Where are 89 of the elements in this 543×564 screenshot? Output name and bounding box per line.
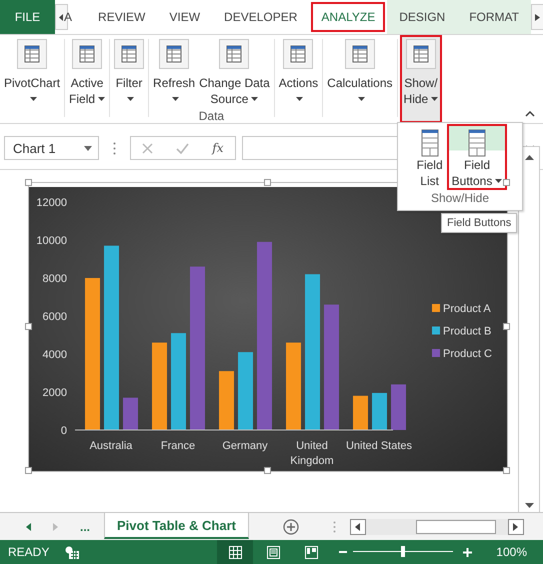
triangle-right-icon[interactable]: [535, 14, 540, 20]
axis-tick-label: 2000: [42, 387, 67, 399]
resize-handle[interactable]: [503, 323, 510, 330]
macro-recording-icon[interactable]: [65, 546, 80, 558]
more-sheets-button[interactable]: ...: [80, 520, 90, 534]
ribbon-tab[interactable]: A: [64, 0, 86, 34]
collapse-ribbon-icon[interactable]: [525, 111, 535, 117]
resize-handle[interactable]: [264, 467, 271, 474]
legend-label: Product B: [443, 326, 492, 338]
ribbon-tab[interactable]: VIEW: [157, 0, 212, 34]
resize-handle[interactable]: [25, 323, 32, 330]
zoom-out-button[interactable]: [339, 548, 348, 556]
checkmark-icon[interactable]: [176, 142, 190, 154]
caret-icon[interactable]: [98, 97, 106, 101]
drag-handle-icon[interactable]: [113, 142, 116, 154]
add-sheet-icon[interactable]: [282, 518, 299, 534]
group-label: Show/Hide: [430, 191, 490, 205]
caret-icon[interactable]: [495, 179, 502, 183]
zoom-in-button[interactable]: [463, 548, 472, 556]
ribbon-button[interactable]: Change Data Source: [197, 35, 272, 109]
scroll-right-button[interactable]: [531, 4, 543, 30]
ribbon-button[interactable]: Active Field: [67, 35, 108, 123]
axis-tick-label: 12000: [36, 197, 67, 209]
ribbon-button[interactable]: Refresh: [151, 35, 198, 109]
resize-handle[interactable]: [503, 467, 510, 474]
axis-tick-label: 10000: [36, 235, 67, 247]
triangle-down-icon[interactable]: [524, 503, 534, 508]
table-icon[interactable]: [17, 39, 48, 69]
resize-handle[interactable]: [25, 467, 32, 474]
triangle-left-icon[interactable]: [59, 14, 64, 20]
vertical-scrollbar[interactable]: [518, 146, 540, 512]
resize-handle[interactable]: [25, 179, 32, 186]
caret-icon[interactable]: [431, 97, 438, 101]
ribbon-button[interactable]: Calculations: [325, 35, 395, 123]
insert-function-button[interactable]: fx: [212, 141, 224, 155]
file-tab[interactable]: FILE: [0, 0, 56, 34]
ribbon-tab[interactable]: FORMAT: [457, 0, 531, 34]
legend-label: Product C: [443, 348, 492, 360]
tooltip: Field Buttons: [441, 213, 518, 233]
category-label: France: [160, 440, 196, 452]
table-icon[interactable]: [406, 39, 436, 69]
table-icon[interactable]: [159, 39, 190, 69]
ribbon-button[interactable]: Filter: [112, 35, 146, 123]
ribbon-tab[interactable]: REVIEW: [86, 0, 158, 34]
caret-icon[interactable]: [84, 146, 92, 150]
category-label: Australia: [90, 440, 132, 452]
caret-icon[interactable]: [127, 97, 134, 101]
ribbon-tab[interactable]: ANALYZE: [309, 0, 388, 34]
view-button[interactable]: [217, 540, 254, 564]
horizontal-scrollbar[interactable]: [350, 518, 524, 536]
caret-icon[interactable]: [251, 97, 258, 101]
ribbon-tab[interactable]: DEVELOPER: [212, 0, 310, 34]
category-label: Germany: [222, 440, 268, 452]
name-box[interactable]: Chart 1: [4, 136, 99, 160]
sheet-tab[interactable]: Pivot Table & Chart: [104, 513, 249, 539]
ribbon-button[interactable]: PivotChart: [2, 35, 62, 123]
group-label: Data: [198, 109, 224, 125]
zoom-level: 100%: [496, 545, 527, 559]
grid-icon[interactable]: [228, 546, 242, 558]
category-label: United States: [346, 440, 412, 452]
table-icon[interactable]: [114, 39, 144, 69]
ribbon-button[interactable]: Show/ Hide: [400, 35, 442, 123]
caret-icon[interactable]: [172, 97, 180, 101]
category-label: United Kingdom: [290, 440, 334, 467]
ribbon-tab[interactable]: DESIGN: [387, 0, 458, 34]
caret-icon[interactable]: [296, 97, 304, 101]
caret-icon[interactable]: [358, 97, 365, 101]
resize-handle[interactable]: [264, 179, 271, 186]
page-icon[interactable]: [266, 546, 280, 558]
zoom-slider-thumb[interactable]: [401, 546, 406, 557]
table-icon[interactable]: [219, 39, 250, 69]
previous-sheet-icon[interactable]: [26, 522, 31, 530]
table-icon[interactable]: [344, 39, 375, 69]
legend-label: Product A: [443, 303, 491, 315]
resize-handle[interactable]: [503, 179, 510, 186]
axis-tick-label: 6000: [42, 311, 67, 323]
status-text: READY: [8, 545, 50, 559]
axis-tick-label: 8000: [42, 273, 67, 285]
triangle-left-icon[interactable]: [355, 522, 360, 530]
triangle-up-icon[interactable]: [524, 155, 534, 160]
page-break-icon[interactable]: [304, 546, 318, 558]
caret-icon[interactable]: [30, 97, 38, 101]
table-icon[interactable]: [72, 39, 102, 69]
ribbon-button[interactable]: Actions: [276, 35, 320, 123]
triangle-right-icon[interactable]: [513, 522, 518, 530]
menu-button[interactable]: Field Buttons: [448, 125, 506, 189]
table-icon[interactable]: [283, 39, 314, 69]
axis-tick-label: 0: [60, 425, 67, 437]
axis-tick-label: 4000: [42, 349, 67, 361]
